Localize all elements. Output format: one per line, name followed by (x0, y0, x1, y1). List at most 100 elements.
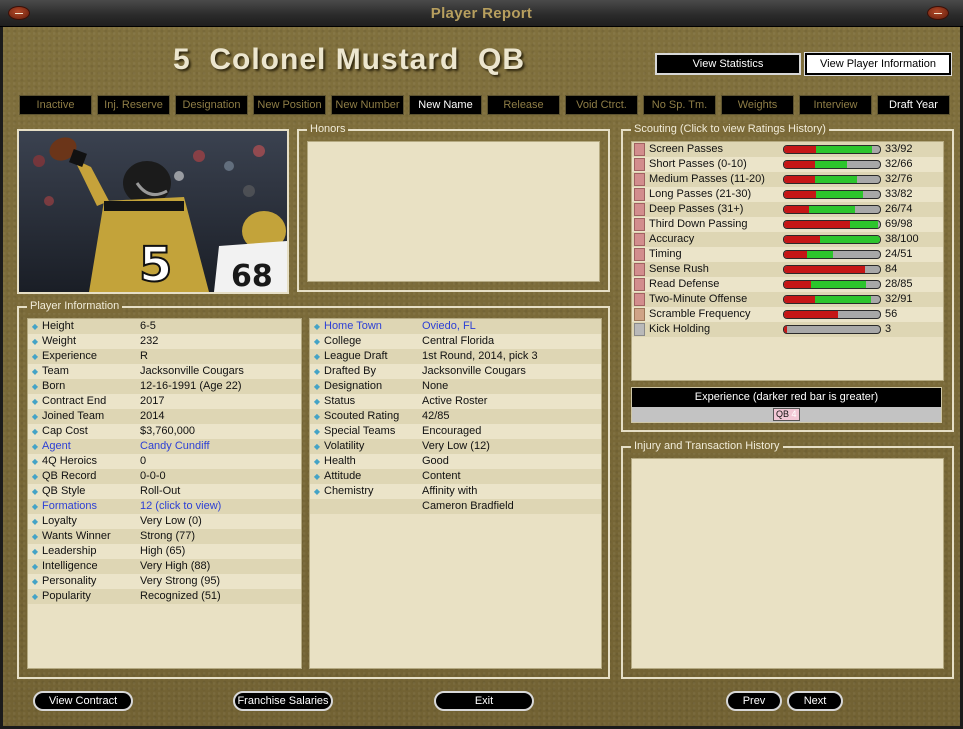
info-label: Team (42, 365, 69, 377)
scouting-rating-value: 33/82 (885, 188, 913, 200)
rating-swatch (634, 188, 645, 201)
info-label: Joined Team (42, 410, 105, 422)
rating-swatch (634, 143, 645, 156)
action-new-number-button[interactable]: New Number (331, 95, 404, 115)
info-value: 232 (140, 335, 159, 347)
info-row-loyalty: ◆ Loyalty Very Low (0) (28, 514, 301, 529)
info-value: Recognized (51) (140, 590, 221, 602)
scouting-skill-name: Two-Minute Offense (649, 293, 748, 305)
action-new-name-button[interactable]: New Name (409, 95, 482, 115)
info-value: Active Roster (422, 395, 488, 407)
prev-button[interactable]: Prev (726, 691, 782, 711)
info-row-formations[interactable]: ◆ Formations 12 (click to view) (28, 499, 301, 514)
action-new-position-button[interactable]: New Position (253, 95, 326, 115)
scouting-row[interactable]: Scramble Frequency 56 (632, 307, 943, 322)
player-info-right-panel: ◆ Home Town Oviedo, FL ◆ College Central Flo… (309, 318, 602, 669)
action-no-special-teams-button[interactable]: No Sp. Tm. (643, 95, 716, 115)
svg-text:68: 68 (231, 259, 273, 292)
info-value: Strong (77) (140, 530, 196, 542)
info-label: 4Q Heroics (42, 455, 98, 467)
info-value: Very Low (0) (140, 515, 202, 527)
info-label: Chemistry (324, 485, 374, 497)
diamond-bullet-icon: ◆ (31, 382, 39, 391)
home-town-link[interactable]: Oviedo, FL (422, 319, 476, 334)
scouting-row[interactable]: Screen Passes 33/92 (632, 142, 943, 157)
info-label (324, 499, 422, 514)
info-label: Born (42, 380, 66, 392)
info-row-joined-team: ◆ Joined Team 2014 (28, 409, 301, 424)
info-label: Wants Winner (42, 530, 111, 542)
info-row-home-town[interactable]: ◆ Home Town Oviedo, FL (310, 319, 601, 334)
action-inj-reserve-button[interactable]: Inj. Reserve (97, 95, 170, 115)
action-interview-button[interactable]: Interview (799, 95, 872, 115)
experience-position: QB (776, 409, 790, 419)
diamond-bullet-icon: ◆ (31, 547, 39, 556)
scouting-row[interactable]: Read Defense 28/85 (632, 277, 943, 292)
experience-bar-row: QB 4 (632, 407, 941, 422)
player-information-group: Player Information ◆ Height 6-5 ◆ Weight 232… (17, 300, 610, 679)
football-icon[interactable] (927, 6, 949, 20)
action-draft-year-button[interactable]: Draft Year (877, 95, 950, 115)
formations-link[interactable]: 12 (click to view) (140, 499, 221, 514)
scouting-rating-value: 38/100 (885, 233, 919, 245)
action-weights-button[interactable]: Weights (721, 95, 794, 115)
info-label: Formations (42, 500, 98, 512)
scouting-row[interactable]: Timing 24/51 (632, 247, 943, 262)
agent-link[interactable]: Candy Cundiff (140, 439, 210, 454)
view-player-information-button[interactable]: View Player Information (804, 52, 952, 76)
info-row-agent[interactable]: ◆ Agent Candy Cundiff (28, 439, 301, 454)
scouting-row[interactable]: Third Down Passing 69/98 (632, 217, 943, 232)
info-label: Height (42, 320, 74, 332)
rating-bar (783, 205, 881, 214)
injury-transaction-group: Injury and Transaction History (621, 440, 954, 679)
info-label: QB Style (42, 485, 86, 497)
exit-button[interactable]: Exit (434, 691, 534, 711)
scouting-row[interactable]: Short Passes (0-10) 32/66 (632, 157, 943, 172)
rating-bar-current (784, 326, 787, 333)
scouting-skill-name: Short Passes (0-10) (649, 158, 747, 170)
diamond-bullet-icon: ◆ (313, 397, 321, 406)
diamond-bullet-icon: ◆ (313, 442, 321, 451)
scouting-skill-name: Accuracy (649, 233, 695, 245)
franchise-salaries-button[interactable]: Franchise Salaries (233, 691, 333, 711)
scouting-row[interactable]: Sense Rush 84 (632, 262, 943, 277)
rating-bar (783, 190, 881, 199)
view-contract-button[interactable]: View Contract (33, 691, 133, 711)
action-void-contract-button[interactable]: Void Ctrct. (565, 95, 638, 115)
player-report-window: 5 Colonel Mustard QB View Statistics Vie… (0, 27, 963, 729)
diamond-bullet-icon: ◆ (31, 592, 39, 601)
scouting-row[interactable]: Accuracy 38/100 (632, 232, 943, 247)
scouting-row[interactable]: Two-Minute Offense 32/91 (632, 292, 943, 307)
diamond-bullet-icon: ◆ (31, 562, 39, 571)
injury-transaction-panel (631, 458, 944, 669)
action-release-button[interactable]: Release (487, 95, 560, 115)
diamond-bullet-icon: ◆ (313, 427, 321, 436)
info-label: Health (324, 455, 356, 467)
rating-bar-current (784, 281, 811, 288)
info-row-weight: ◆ Weight 232 (28, 334, 301, 349)
rating-bar (783, 250, 881, 259)
scouting-panel: Screen Passes 33/92 Short Passes (0-10) 32/… (631, 141, 944, 381)
diamond-bullet-icon: ◆ (313, 337, 321, 346)
info-row-designation: ◆ Designation None (310, 379, 601, 394)
diamond-bullet-icon: ◆ (31, 502, 39, 511)
info-value: $3,760,000 (140, 425, 196, 437)
action-designation-button[interactable]: Designation (175, 95, 248, 115)
diamond-bullet-icon: ◆ (31, 322, 39, 331)
view-statistics-button[interactable]: View Statistics (655, 53, 801, 75)
scouting-row[interactable]: Medium Passes (11-20) 32/76 (632, 172, 943, 187)
scouting-skill-name: Screen Passes (649, 143, 723, 155)
info-value: R (140, 350, 148, 362)
info-value: None (422, 380, 449, 392)
rating-swatch (634, 158, 645, 171)
rating-bar-current (784, 161, 815, 168)
player-number: 5 (173, 43, 191, 76)
scouting-row[interactable]: Deep Passes (31+) 26/74 (632, 202, 943, 217)
scouting-row[interactable]: Kick Holding 3 (632, 322, 943, 337)
next-button[interactable]: Next (787, 691, 843, 711)
scouting-row[interactable]: Long Passes (21-30) 33/82 (632, 187, 943, 202)
info-label: Cap Cost (42, 425, 88, 437)
info-label: Leadership (42, 545, 97, 557)
rating-bar-potential (815, 146, 873, 153)
action-inactive-button[interactable]: Inactive (19, 95, 92, 115)
